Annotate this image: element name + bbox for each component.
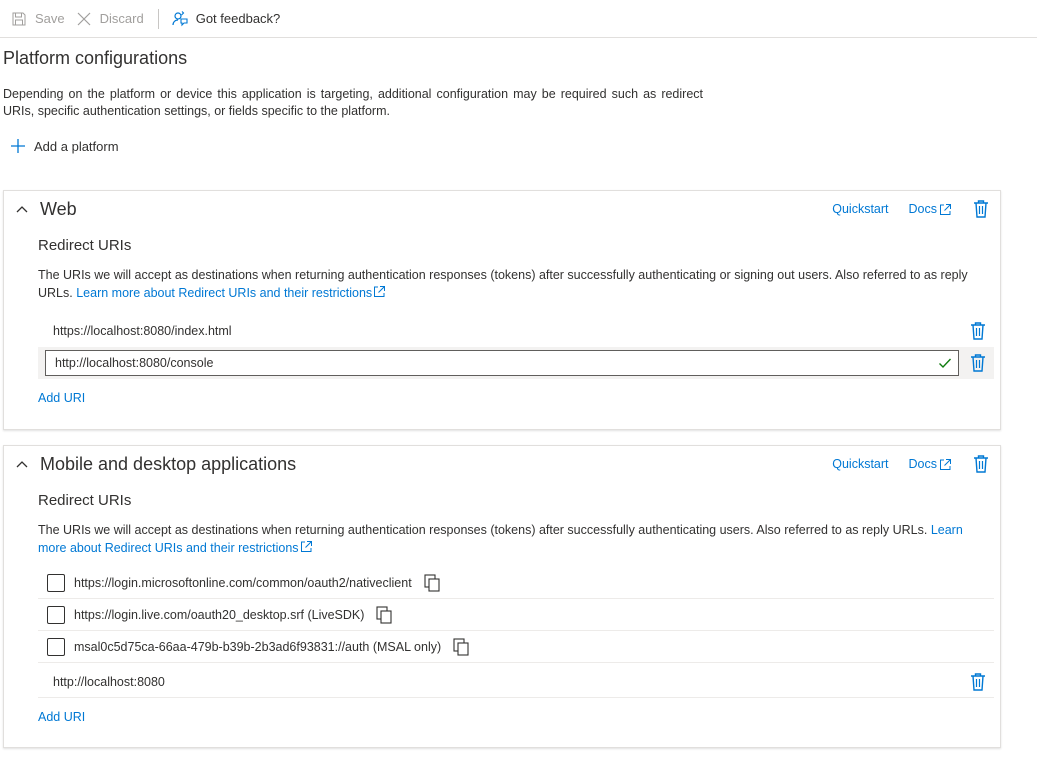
mobile-docs-link[interactable]: Docs xyxy=(909,457,952,471)
mobile-desktop-platform-card: Mobile and desktop applications Quicksta… xyxy=(3,445,1001,748)
mobile-redirect-title: Redirect URIs xyxy=(38,492,132,509)
mobile-card-title: Mobile and desktop applications xyxy=(40,454,297,474)
web-uri-row: https://localhost:8080/index.html xyxy=(38,315,994,347)
web-uri-edit-row xyxy=(38,347,994,379)
mobile-uri-text[interactable]: http://localhost:8080 xyxy=(38,675,165,689)
web-platform-card: Web Quickstart Docs Redirect URIs The UR… xyxy=(3,190,1001,430)
suggested-uri-checkbox[interactable] xyxy=(47,637,65,656)
copy-icon[interactable] xyxy=(424,573,440,592)
external-link-icon xyxy=(300,541,312,552)
chevron-up-icon[interactable] xyxy=(14,201,30,217)
suggested-uri-label: msal0c5d75ca-66aa-479b-b39b-2b3ad6f93831… xyxy=(74,639,442,654)
web-add-uri-link[interactable]: Add URI xyxy=(38,391,85,405)
toolbar-divider xyxy=(157,8,159,29)
feedback-icon xyxy=(171,10,189,28)
mobile-redirect-desc-text: The URIs we will accept as destinations … xyxy=(38,523,928,537)
command-bar: Save Discard Got feedback? xyxy=(0,0,1037,38)
plus-icon xyxy=(9,137,27,155)
suggested-uri-checkbox[interactable] xyxy=(47,573,65,592)
suggested-uri-checkbox[interactable] xyxy=(47,605,65,624)
trash-icon[interactable] xyxy=(972,454,990,474)
web-quickstart-link[interactable]: Quickstart xyxy=(832,202,888,216)
web-docs-link[interactable]: Docs xyxy=(909,202,952,216)
suggested-uri-row: msal0c5d75ca-66aa-479b-b39b-2b3ad6f93831… xyxy=(38,631,994,663)
mobile-add-uri-link[interactable]: Add URI xyxy=(38,710,85,724)
mobile-uri-row: http://localhost:8080 xyxy=(38,666,994,698)
external-link-icon xyxy=(940,203,951,215)
mobile-card-actions: Quickstart Docs xyxy=(812,454,990,474)
web-card-title: Web xyxy=(40,199,77,219)
checkmark-icon xyxy=(939,358,952,369)
save-icon xyxy=(10,10,28,28)
suggested-uri-label: https://login.microsoftonline.com/common… xyxy=(74,575,412,590)
web-learn-more-link[interactable]: Learn more about Redirect URIs and their… xyxy=(76,286,386,300)
trash-icon[interactable] xyxy=(972,199,990,219)
web-docs-label: Docs xyxy=(908,202,937,216)
trash-icon[interactable] xyxy=(969,353,987,373)
mobile-card-header: Mobile and desktop applications Quicksta… xyxy=(4,446,1000,484)
suggested-uri-label: https://login.live.com/oauth20_desktop.s… xyxy=(74,607,365,622)
web-redirect-description: The URIs we will accept as destinations … xyxy=(38,266,978,302)
copy-icon[interactable] xyxy=(453,637,469,656)
mobile-docs-label: Docs xyxy=(908,457,937,471)
external-link-icon xyxy=(374,286,386,297)
trash-icon[interactable] xyxy=(969,672,987,692)
feedback-label: Got feedback? xyxy=(195,11,281,26)
web-uri-text[interactable]: https://localhost:8080/index.html xyxy=(38,324,232,338)
page-description: Depending on the platform or device this… xyxy=(3,87,703,118)
copy-icon[interactable] xyxy=(376,605,392,624)
close-icon xyxy=(75,10,93,28)
save-button[interactable]: Save xyxy=(8,0,73,38)
external-link-icon xyxy=(940,458,951,470)
save-label: Save xyxy=(35,11,65,26)
discard-label: Discard xyxy=(99,11,144,26)
suggested-uri-row: https://login.microsoftonline.com/common… xyxy=(38,567,994,599)
web-card-header: Web Quickstart Docs xyxy=(4,191,1000,229)
page-title: Platform configurations xyxy=(3,48,188,68)
mobile-redirect-description: The URIs we will accept as destinations … xyxy=(38,521,978,557)
mobile-quickstart-link[interactable]: Quickstart xyxy=(832,457,888,471)
web-card-actions: Quickstart Docs xyxy=(812,199,990,219)
suggested-uri-row: https://login.live.com/oauth20_desktop.s… xyxy=(38,599,994,631)
add-platform-button[interactable]: Add a platform xyxy=(9,137,119,155)
chevron-up-icon[interactable] xyxy=(14,456,30,472)
web-redirect-title: Redirect URIs xyxy=(38,237,132,254)
web-uri-input[interactable] xyxy=(45,350,959,376)
web-learn-more-label: Learn more about Redirect URIs and their… xyxy=(76,286,373,300)
add-platform-label: Add a platform xyxy=(34,138,119,154)
trash-icon[interactable] xyxy=(969,321,987,341)
feedback-button[interactable]: Got feedback? xyxy=(169,0,289,38)
discard-button[interactable]: Discard xyxy=(73,0,152,38)
